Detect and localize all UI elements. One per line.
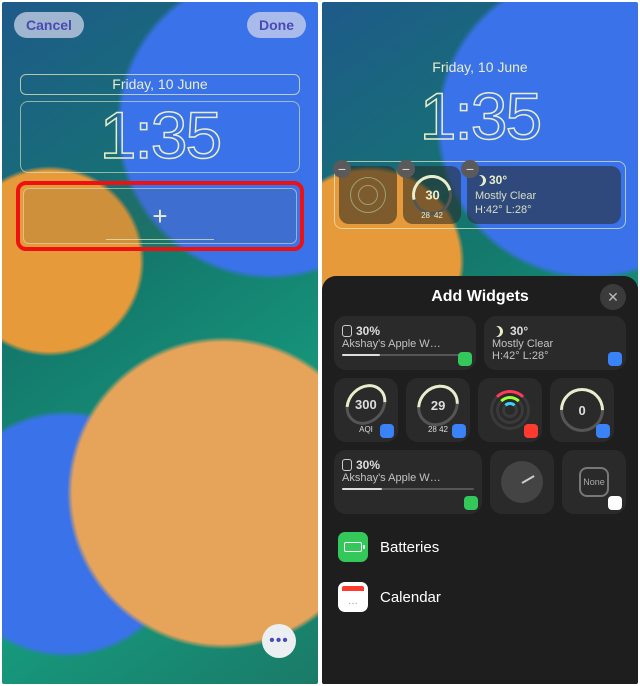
widget-row[interactable]: − − 30 2842 − 30° Mostly Clear H:42° L:2…: [334, 161, 626, 229]
weather-app-icon: [608, 352, 622, 366]
widget-card-none[interactable]: None: [562, 450, 626, 514]
remove-widget-icon[interactable]: −: [397, 160, 415, 178]
close-button[interactable]: ✕: [600, 284, 626, 310]
batteries-app-icon: [464, 496, 478, 510]
batteries-icon: [338, 532, 368, 562]
calendar-app-icon: [608, 496, 622, 510]
add-widget-slot-highlighted[interactable]: +: [16, 181, 304, 251]
watch-icon: [342, 459, 352, 471]
date-display: Friday, 10 June: [340, 58, 620, 77]
category-batteries[interactable]: Batteries: [334, 522, 626, 572]
widget-card-weather[interactable]: 30° Mostly Clear H:42° L:28°: [484, 316, 626, 370]
plus-icon: +: [152, 201, 167, 232]
weather-app-icon: [380, 424, 394, 438]
date-field[interactable]: Friday, 10 June: [20, 74, 300, 95]
widget-card-watch-battery-2[interactable]: 30% Akshay's Apple W…: [334, 450, 482, 514]
radar-icon: [350, 177, 386, 213]
right-screenshot: Friday, 10 June 1:35 − − 30 2842 − 30° M…: [322, 2, 638, 684]
sheet-title: Add Widgets: [431, 288, 529, 306]
more-button[interactable]: •••: [262, 624, 296, 658]
clock-field[interactable]: 1:35: [20, 101, 300, 173]
batteries-app-icon: [458, 352, 472, 366]
widget-card-watch-battery[interactable]: 30% Akshay's Apple W…: [334, 316, 476, 370]
left-screenshot: Cancel Done Friday, 10 June 1:35 + •••: [2, 2, 318, 684]
fitness-app-icon: [524, 424, 538, 438]
time-display: 1:35: [21, 102, 299, 172]
widget-radar[interactable]: −: [339, 166, 397, 224]
add-widgets-sheet: Add Widgets ✕ 30% Akshay's Apple W… 30° …: [322, 276, 638, 684]
watch-icon: [342, 325, 352, 337]
ellipsis-icon: •••: [269, 632, 289, 650]
widget-card-activity[interactable]: [478, 378, 542, 442]
moon-icon: [492, 326, 503, 337]
widget-aqi[interactable]: − 30 2842: [403, 166, 461, 224]
widget-card-aqi-range[interactable]: 29 28 42: [406, 378, 470, 442]
cancel-button[interactable]: Cancel: [14, 12, 84, 38]
weather-app-icon: [452, 424, 466, 438]
remove-widget-icon[interactable]: −: [333, 160, 351, 178]
clock-icon: [501, 461, 543, 503]
calendar-none-icon: None: [579, 467, 609, 497]
weather-app-icon: [596, 424, 610, 438]
calendar-icon: [338, 582, 368, 612]
widget-weather[interactable]: − 30° Mostly Clear H:42° L:28°: [467, 166, 621, 224]
done-button[interactable]: Done: [247, 12, 306, 38]
remove-widget-icon[interactable]: −: [461, 160, 479, 178]
widget-card-aqi[interactable]: 300 AQI: [334, 378, 398, 442]
moon-icon: [475, 175, 486, 186]
close-icon: ✕: [607, 289, 619, 306]
widget-card-clock[interactable]: [490, 450, 554, 514]
widget-card-uv[interactable]: 0: [550, 378, 614, 442]
clock-display: 1:35: [340, 83, 620, 153]
category-calendar[interactable]: Calendar: [334, 572, 626, 622]
